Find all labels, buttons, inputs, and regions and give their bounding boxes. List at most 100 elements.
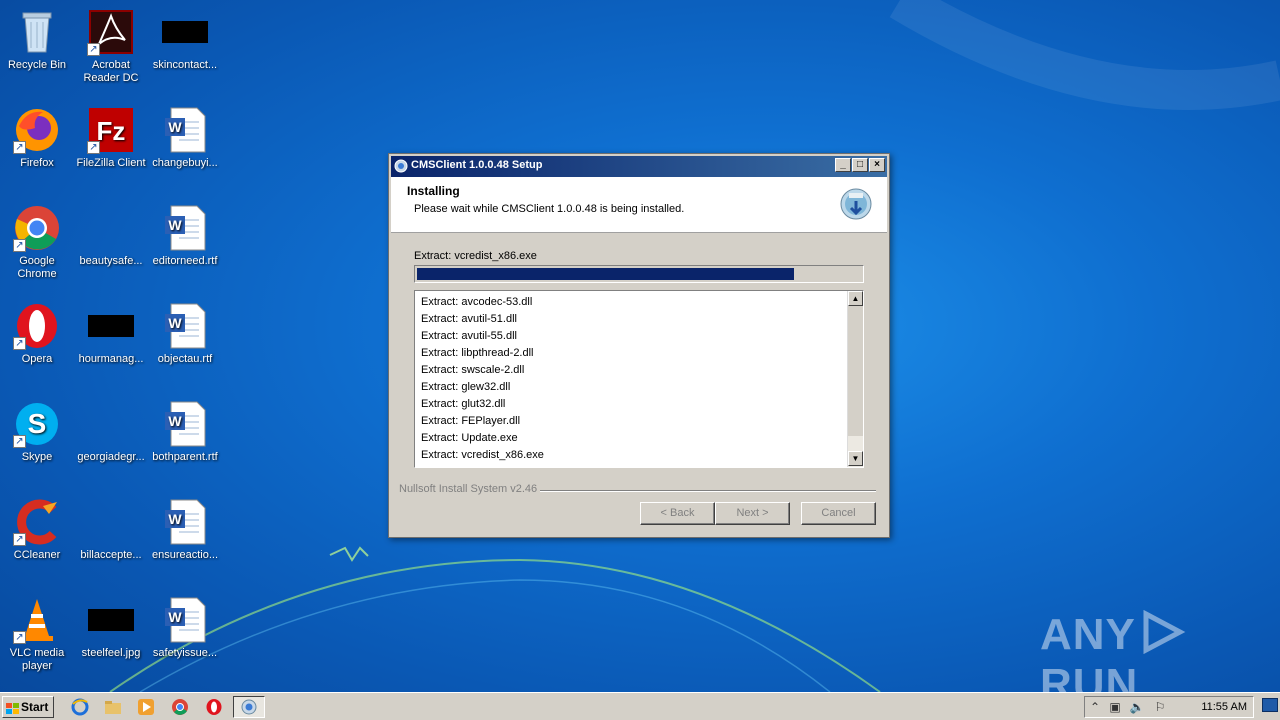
desktop-icon-label: editorneed.rtf xyxy=(152,255,218,267)
show-desktop-icon[interactable] xyxy=(1262,698,1278,712)
chrome-icon: ↗ xyxy=(13,204,61,252)
maximize-button[interactable]: □ xyxy=(852,158,868,172)
word-document-icon: W xyxy=(163,596,207,644)
branding-divider xyxy=(540,490,876,492)
internet-explorer-icon[interactable] xyxy=(71,698,89,716)
desktop-icon-label: hourmanag... xyxy=(78,353,144,365)
installer-app-icon xyxy=(394,159,408,173)
shortcut-arrow-icon: ↗ xyxy=(13,141,26,154)
file-explorer-icon[interactable] xyxy=(104,698,122,716)
action-center-flag-icon[interactable]: ⚐ xyxy=(1152,700,1168,714)
log-line: Extract: libpthread-2.dll xyxy=(421,347,534,359)
desktop-icon-firefox[interactable]: ↗ Firefox xyxy=(0,106,74,170)
word-document-icon: W xyxy=(163,498,207,546)
desktop-icon-safetyissue[interactable]: W safetyissue... xyxy=(148,596,222,660)
desktop-icon-label: bothparent.rtf xyxy=(152,451,218,463)
acrobat-reader-icon: ↗ xyxy=(87,8,135,56)
word-document-icon: W xyxy=(163,400,207,448)
dialog-title: CMSClient 1.0.0.48 Setup xyxy=(411,159,543,171)
desktop-icon-label: billaccepte... xyxy=(80,549,142,561)
network-icon[interactable]: ▣ xyxy=(1107,700,1123,714)
desktop-icon-google-chrome[interactable]: ↗ Google Chrome xyxy=(0,204,74,281)
svg-text:Fz: Fz xyxy=(97,116,126,146)
media-player-icon[interactable] xyxy=(137,698,155,716)
desktop-icon-changebuyi[interactable]: W changebuyi... xyxy=(148,106,222,170)
shortcut-arrow-icon: ↗ xyxy=(13,631,26,644)
desktop-icon-skincontact[interactable]: skincontact... xyxy=(148,8,222,72)
scroll-thumb[interactable] xyxy=(848,306,863,436)
svg-text:W: W xyxy=(168,315,182,331)
skype-icon: S ↗ xyxy=(13,400,61,448)
desktop-icon-label: Skype xyxy=(21,451,53,463)
desktop-icon-label: skincontact... xyxy=(152,59,218,71)
desktop-icon-label: beautysafe... xyxy=(79,255,143,267)
log-line: Extract: avcodec-53.dll xyxy=(421,296,533,308)
desktop-icon-skype[interactable]: S ↗ Skype xyxy=(0,400,74,464)
desktop-icon-label: Firefox xyxy=(20,157,54,169)
desktop-icon-label: Recycle Bin xyxy=(7,59,67,71)
desktop-icon-georgiadegr[interactable]: georgiadegr... xyxy=(74,400,148,464)
desktop-icon-acrobat[interactable]: ↗ Acrobat Reader DC xyxy=(74,8,148,85)
desktop-icon-ccleaner[interactable]: ↗ CCleaner xyxy=(0,498,74,562)
desktop-icon-label: Opera xyxy=(21,353,53,365)
dialog-titlebar[interactable]: CMSClient 1.0.0.48 Setup _ □ × xyxy=(391,156,887,177)
desktop-icon-filezilla[interactable]: Fz ↗ FileZilla Client xyxy=(74,106,148,170)
install-globe-icon xyxy=(839,187,873,221)
start-label: Start xyxy=(21,700,49,714)
tray-expand-icon[interactable]: ⌃ xyxy=(1087,700,1103,714)
desktop-icon-beautysafe[interactable]: beautysafe... xyxy=(74,204,148,268)
svg-text:S: S xyxy=(28,408,47,439)
log-line: Extract: glut32.dll xyxy=(421,398,506,410)
desktop-icon-editorneed[interactable]: W editorneed.rtf xyxy=(148,204,222,268)
shortcut-arrow-icon: ↗ xyxy=(13,337,26,350)
close-button[interactable]: × xyxy=(869,158,885,172)
details-log[interactable]: Extract: avcodec-53.dll Extract: avutil-5… xyxy=(414,290,864,468)
system-tray: ⌃ ▣ 🔈 ⚐ 11:55 AM xyxy=(1084,696,1254,718)
progress-fill xyxy=(417,268,795,280)
ccleaner-icon: ↗ xyxy=(13,498,61,546)
desktop-icon-label: FileZilla Client xyxy=(76,157,146,169)
nsis-branding: Nullsoft Install System v2.46 xyxy=(399,483,538,495)
taskbar-installer-button[interactable] xyxy=(233,696,265,718)
shortcut-arrow-icon: ↗ xyxy=(13,239,26,252)
word-document-icon: W xyxy=(163,106,207,154)
chrome-taskbar-icon[interactable] xyxy=(171,698,189,716)
desktop-icon-objectau[interactable]: W objectau.rtf xyxy=(148,302,222,366)
next-button[interactable]: Next > xyxy=(715,502,790,525)
desktop-icon-label: safetyissue... xyxy=(152,647,218,659)
file-thumbnail-icon xyxy=(88,413,134,435)
windows-flag-icon xyxy=(6,701,19,714)
cancel-button[interactable]: Cancel xyxy=(801,502,876,525)
log-line: Extract: FEPlayer.dll xyxy=(421,415,521,427)
shortcut-arrow-icon: ↗ xyxy=(13,435,26,448)
desktop-icon-label: changebuyi... xyxy=(152,157,218,169)
desktop-icon-label: objectau.rtf xyxy=(157,353,213,365)
desktop-icon-vlc[interactable]: ↗ VLC media player xyxy=(0,596,74,673)
installer-task-icon xyxy=(241,699,257,715)
start-button[interactable]: Start xyxy=(2,696,54,718)
scroll-down-button[interactable]: ▼ xyxy=(848,451,863,466)
back-button[interactable]: < Back xyxy=(640,502,715,525)
volume-icon[interactable]: 🔈 xyxy=(1129,700,1145,714)
scroll-up-button[interactable]: ▲ xyxy=(848,291,863,306)
file-thumbnail-icon xyxy=(162,21,208,43)
desktop-icon-opera[interactable]: ↗ Opera xyxy=(0,302,74,366)
minimize-button[interactable]: _ xyxy=(835,158,851,172)
shortcut-arrow-icon: ↗ xyxy=(87,43,100,56)
desktop-icon-steelfeel[interactable]: steelfeel.jpg xyxy=(74,596,148,660)
progress-bar xyxy=(414,265,864,283)
log-lines: Extract: avcodec-53.dll Extract: avutil-5… xyxy=(421,294,544,464)
desktop-icon-billaccepte[interactable]: billaccepte... xyxy=(74,498,148,562)
opera-taskbar-icon[interactable] xyxy=(205,698,223,716)
desktop-icon-hourmanag[interactable]: hourmanag... xyxy=(74,302,148,366)
desktop-icon-label: steelfeel.jpg xyxy=(81,647,141,659)
log-scrollbar[interactable]: ▲ ▼ xyxy=(847,291,863,467)
clock[interactable]: 11:55 AM xyxy=(1201,701,1247,713)
desktop-icon-ensureactio[interactable]: W ensureactio... xyxy=(148,498,222,562)
file-thumbnail-icon xyxy=(88,217,134,239)
desktop-icon-recycle-bin[interactable]: Recycle Bin xyxy=(0,8,74,72)
watermark-left: ANY xyxy=(1040,610,1136,659)
desktop-icon-bothparent[interactable]: W bothparent.rtf xyxy=(148,400,222,464)
log-line: Extract: vcredist_x86.exe xyxy=(421,449,544,461)
desktop-icon-label: Google Chrome xyxy=(17,255,57,280)
